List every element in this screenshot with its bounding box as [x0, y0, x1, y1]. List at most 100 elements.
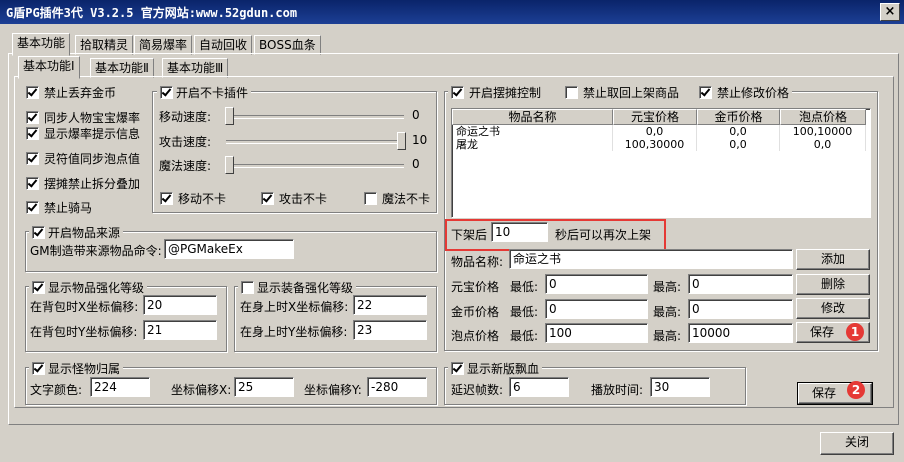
- delete-button[interactable]: 删除: [796, 274, 870, 295]
- checkbox-icon[interactable]: [160, 192, 173, 205]
- delay-frames-label: 延迟帧数:: [451, 383, 504, 397]
- tab-recycle[interactable]: 自动回收: [194, 35, 253, 55]
- gold-price-label: 金币价格: [451, 305, 500, 319]
- table-row[interactable]: 命运之书 0,0 0,0 100,10000: [452, 125, 870, 138]
- body-y-input[interactable]: 23: [353, 320, 427, 340]
- item-strength-legend[interactable]: 显示物品强化等级: [29, 279, 148, 296]
- checkbox-icon[interactable]: [261, 192, 274, 205]
- check-attack-no-lag[interactable]: 攻击不卡: [261, 190, 327, 207]
- monster-group-legend[interactable]: 显示怪物归属: [29, 360, 124, 377]
- checkbox-icon[interactable]: [26, 86, 39, 99]
- checkbox-icon[interactable]: [32, 281, 45, 294]
- col-gold-price[interactable]: 金币价格: [697, 109, 780, 125]
- slider-thumb-move[interactable]: [225, 107, 234, 125]
- speed-group-legend[interactable]: 开启不卡插件: [157, 84, 252, 101]
- add-button[interactable]: 添加: [796, 249, 870, 270]
- checkbox-icon[interactable]: [26, 127, 39, 140]
- yuanbao-price-label: 元宝价格: [451, 280, 500, 294]
- offset-y-input[interactable]: -280: [367, 377, 427, 397]
- check-stall-control[interactable]: 开启摆摊控制: [451, 84, 541, 101]
- checkbox-icon[interactable]: [451, 86, 464, 99]
- slider-value-attack: 10: [412, 133, 428, 147]
- delay-frames-input[interactable]: 6: [509, 377, 569, 397]
- checkbox-icon[interactable]: [32, 362, 45, 375]
- point-max-label: 最高:: [653, 329, 682, 343]
- check-sync-talisman[interactable]: 灵符值同步泡点值: [26, 150, 140, 167]
- col-point-price[interactable]: 泡点价格: [780, 109, 866, 125]
- play-time-input[interactable]: 30: [650, 377, 710, 397]
- checkbox-icon[interactable]: [26, 111, 39, 124]
- relist-suffix: 秒后可以再次上架: [555, 228, 652, 242]
- gold-min-input[interactable]: 0: [545, 299, 648, 319]
- check-no-retrieve[interactable]: 禁止取回上架商品: [565, 84, 679, 101]
- point-max-input[interactable]: 10000: [688, 323, 793, 343]
- checkbox-icon[interactable]: [26, 177, 39, 190]
- window-title: G盾PG插件3代 V3.2.5 官方网站:www.52gdun.com: [6, 6, 298, 20]
- item-name-input[interactable]: 命运之书: [509, 249, 793, 269]
- col-yuanbao-price[interactable]: 元宝价格: [613, 109, 697, 125]
- slider-value-move: 0: [412, 108, 420, 122]
- modify-button[interactable]: 修改: [796, 298, 870, 319]
- title-bar: G盾PG插件3代 V3.2.5 官方网站:www.52gdun.com ×: [0, 0, 904, 24]
- relist-seconds-input[interactable]: 10: [491, 222, 548, 242]
- slider-thumb-magic[interactable]: [225, 156, 234, 174]
- source-group-legend[interactable]: 开启物品来源: [29, 224, 124, 241]
- check-magic-no-lag[interactable]: 魔法不卡: [364, 190, 430, 207]
- text-color-input[interactable]: 224: [90, 377, 150, 397]
- check-stall-no-split[interactable]: 摆摊禁止拆分叠加: [26, 175, 140, 192]
- slider-move[interactable]: [226, 115, 404, 119]
- check-sync-pet-rate[interactable]: 同步人物宝宝爆率: [26, 109, 140, 126]
- gm-command-input[interactable]: @PGMakeEx: [164, 239, 294, 259]
- checkbox-icon[interactable]: [26, 201, 39, 214]
- slider-label-move: 移动速度:: [159, 110, 212, 124]
- subtab-basic-1[interactable]: 基本功能Ⅰ: [18, 56, 80, 79]
- body-x-input[interactable]: 22: [353, 295, 427, 315]
- tab-basic[interactable]: 基本功能: [12, 33, 71, 56]
- yuanbao-max-input[interactable]: 0: [688, 274, 793, 294]
- yuanbao-min-input[interactable]: 0: [545, 274, 648, 294]
- checkbox-icon[interactable]: [699, 86, 713, 99]
- subtab-basic-2[interactable]: 基本功能Ⅱ: [90, 58, 154, 78]
- tab-drop-rate[interactable]: 简易爆率: [134, 35, 193, 55]
- gold-max-label: 最高:: [653, 305, 682, 319]
- tab-boss-hp[interactable]: BOSS血条: [254, 35, 321, 55]
- check-no-drop-gold[interactable]: 禁止丢弃金币: [26, 84, 116, 101]
- equip-strength-legend[interactable]: 显示装备强化等级: [238, 279, 357, 296]
- check-no-modify-price[interactable]: 禁止修改价格: [699, 84, 789, 101]
- body-y-label: 在身上时Y坐标偏移:: [240, 325, 348, 339]
- checkbox-icon[interactable]: [160, 86, 173, 99]
- offset-x-input[interactable]: 25: [234, 377, 294, 397]
- window-close-button[interactable]: ×: [880, 3, 900, 21]
- relist-prefix: 下架后: [451, 228, 488, 242]
- float-hp-legend[interactable]: 显示新版飘血: [448, 360, 543, 377]
- checkbox-icon[interactable]: [451, 362, 464, 375]
- checkbox-icon[interactable]: [241, 281, 254, 294]
- checkbox-icon[interactable]: [32, 226, 45, 239]
- gm-command-label: GM制造带来源物品命令:: [30, 244, 162, 258]
- checkbox-icon[interactable]: [364, 192, 377, 205]
- slider-magic[interactable]: [226, 164, 404, 168]
- checkbox-icon[interactable]: [26, 152, 39, 165]
- stall-item-list[interactable]: 物品名称 元宝价格 金币价格 泡点价格 命运之书 0,0 0,0 100,100…: [451, 108, 871, 218]
- stall-legend: 开启摆摊控制 禁止取回上架商品 禁止修改价格: [448, 84, 793, 101]
- table-row[interactable]: 屠龙 100,30000 0,0 0,0: [452, 138, 870, 151]
- checkbox-icon[interactable]: [565, 86, 579, 99]
- text-color-label: 文字颜色:: [30, 383, 83, 397]
- bag-y-input[interactable]: 21: [143, 320, 217, 340]
- point-min-input[interactable]: 100: [545, 323, 648, 343]
- tab-pickup[interactable]: 拾取精灵: [75, 35, 134, 55]
- bag-x-label: 在背包时X坐标偏移:: [30, 300, 139, 314]
- check-show-drop-tip[interactable]: 显示爆率提示信息: [26, 125, 140, 142]
- slider-thumb-attack[interactable]: [397, 132, 406, 150]
- slider-attack[interactable]: [226, 140, 404, 144]
- check-move-no-lag[interactable]: 移动不卡: [160, 190, 226, 207]
- col-item-name[interactable]: 物品名称: [452, 109, 613, 125]
- subtab-basic-3[interactable]: 基本功能Ⅲ: [162, 58, 229, 78]
- slider-value-magic: 0: [412, 157, 420, 171]
- gold-min-label: 最低:: [510, 305, 539, 319]
- close-button[interactable]: 关闭: [820, 432, 894, 455]
- check-no-riding[interactable]: 禁止骑马: [26, 199, 92, 216]
- item-name-label: 物品名称:: [451, 255, 504, 269]
- gold-max-input[interactable]: 0: [688, 299, 793, 319]
- bag-x-input[interactable]: 20: [143, 295, 217, 315]
